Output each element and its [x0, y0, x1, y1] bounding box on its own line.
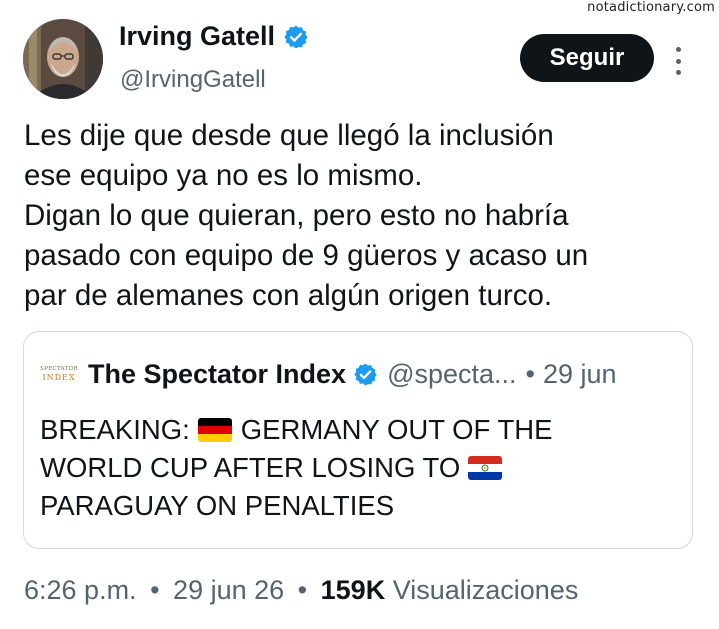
- quoted-date[interactable]: 29 jun: [543, 359, 617, 390]
- watermark: notadictionary.com: [587, 0, 715, 15]
- logo-line-2: INDEX: [42, 372, 76, 382]
- quoted-handle[interactable]: @specta...: [387, 359, 516, 390]
- germany-flag-icon: [197, 418, 232, 442]
- quoted-text-segment: WORLD CUP AFTER LOSING TO: [40, 452, 461, 483]
- views-count[interactable]: 159K: [321, 575, 386, 605]
- logo-line-1: SPECTATOR: [40, 366, 78, 373]
- avatar[interactable]: [23, 19, 103, 99]
- tweet-time[interactable]: 6:26 p.m.: [24, 575, 137, 605]
- quoted-line-2: WORLD CUP AFTER LOSING TO: [40, 449, 680, 487]
- tweet-line: Digan lo que quieran, pero esto no habrí…: [24, 199, 569, 232]
- quoted-tweet-card[interactable]: SPECTATOR INDEX The Spectator Index @spe…: [23, 331, 693, 549]
- quoted-text-segment: GERMANY OUT OF THE: [240, 414, 553, 445]
- author-handle[interactable]: @IrvingGatell: [120, 66, 266, 94]
- follow-button[interactable]: Seguir: [520, 34, 654, 82]
- tweet-line: par de alemanes con algún origen turco.: [24, 279, 553, 312]
- quoted-text-segment: BREAKING:: [40, 414, 190, 445]
- tweet-line: ese equipo ya no es lo mismo.: [24, 159, 423, 192]
- separator-dot: •: [525, 359, 535, 389]
- quoted-tweet-text: BREAKING: GERMANY OUT OF THE WORLD CUP A…: [40, 411, 680, 525]
- author-display-name[interactable]: Irving Gatell: [119, 21, 275, 52]
- more-dot: [675, 58, 681, 64]
- tweet-text: Les dije que desde que llegó la inclusió…: [24, 116, 704, 316]
- tweet-line: Les dije que desde que llegó la inclusió…: [24, 119, 554, 152]
- paraguay-flag-icon: [468, 456, 503, 480]
- tweet-date[interactable]: 29 jun 26: [173, 575, 284, 605]
- spectator-index-logo[interactable]: SPECTATOR INDEX: [40, 365, 78, 385]
- separator-dot: •: [150, 575, 160, 605]
- tweet-meta: 6:26 p.m. • 29 jun 26 • 159K Visualizaci…: [24, 575, 578, 606]
- quoted-line-3: PARAGUAY ON PENALTIES: [40, 490, 395, 521]
- separator-dot: •: [297, 575, 308, 605]
- verified-badge-icon: [283, 24, 309, 50]
- avatar-image: [23, 19, 103, 99]
- views-label: Visualizaciones: [392, 575, 579, 605]
- quoted-line-1: BREAKING: GERMANY OUT OF THE: [40, 411, 680, 449]
- author-name-line: Irving Gatell: [119, 21, 309, 52]
- quoted-display-name[interactable]: The Spectator Index: [88, 359, 346, 390]
- tweet-header: Irving Gatell @IrvingGatell Seguir: [23, 19, 693, 99]
- verified-badge-icon: [353, 362, 378, 387]
- tweet-line: pasado con equipo de 9 güeros y acaso un: [24, 239, 589, 272]
- quoted-tweet-header: SPECTATOR INDEX The Spectator Index @spe…: [40, 359, 617, 390]
- more-vertical-icon[interactable]: [672, 47, 684, 75]
- more-dot: [675, 47, 681, 52]
- more-dot: [675, 70, 681, 75]
